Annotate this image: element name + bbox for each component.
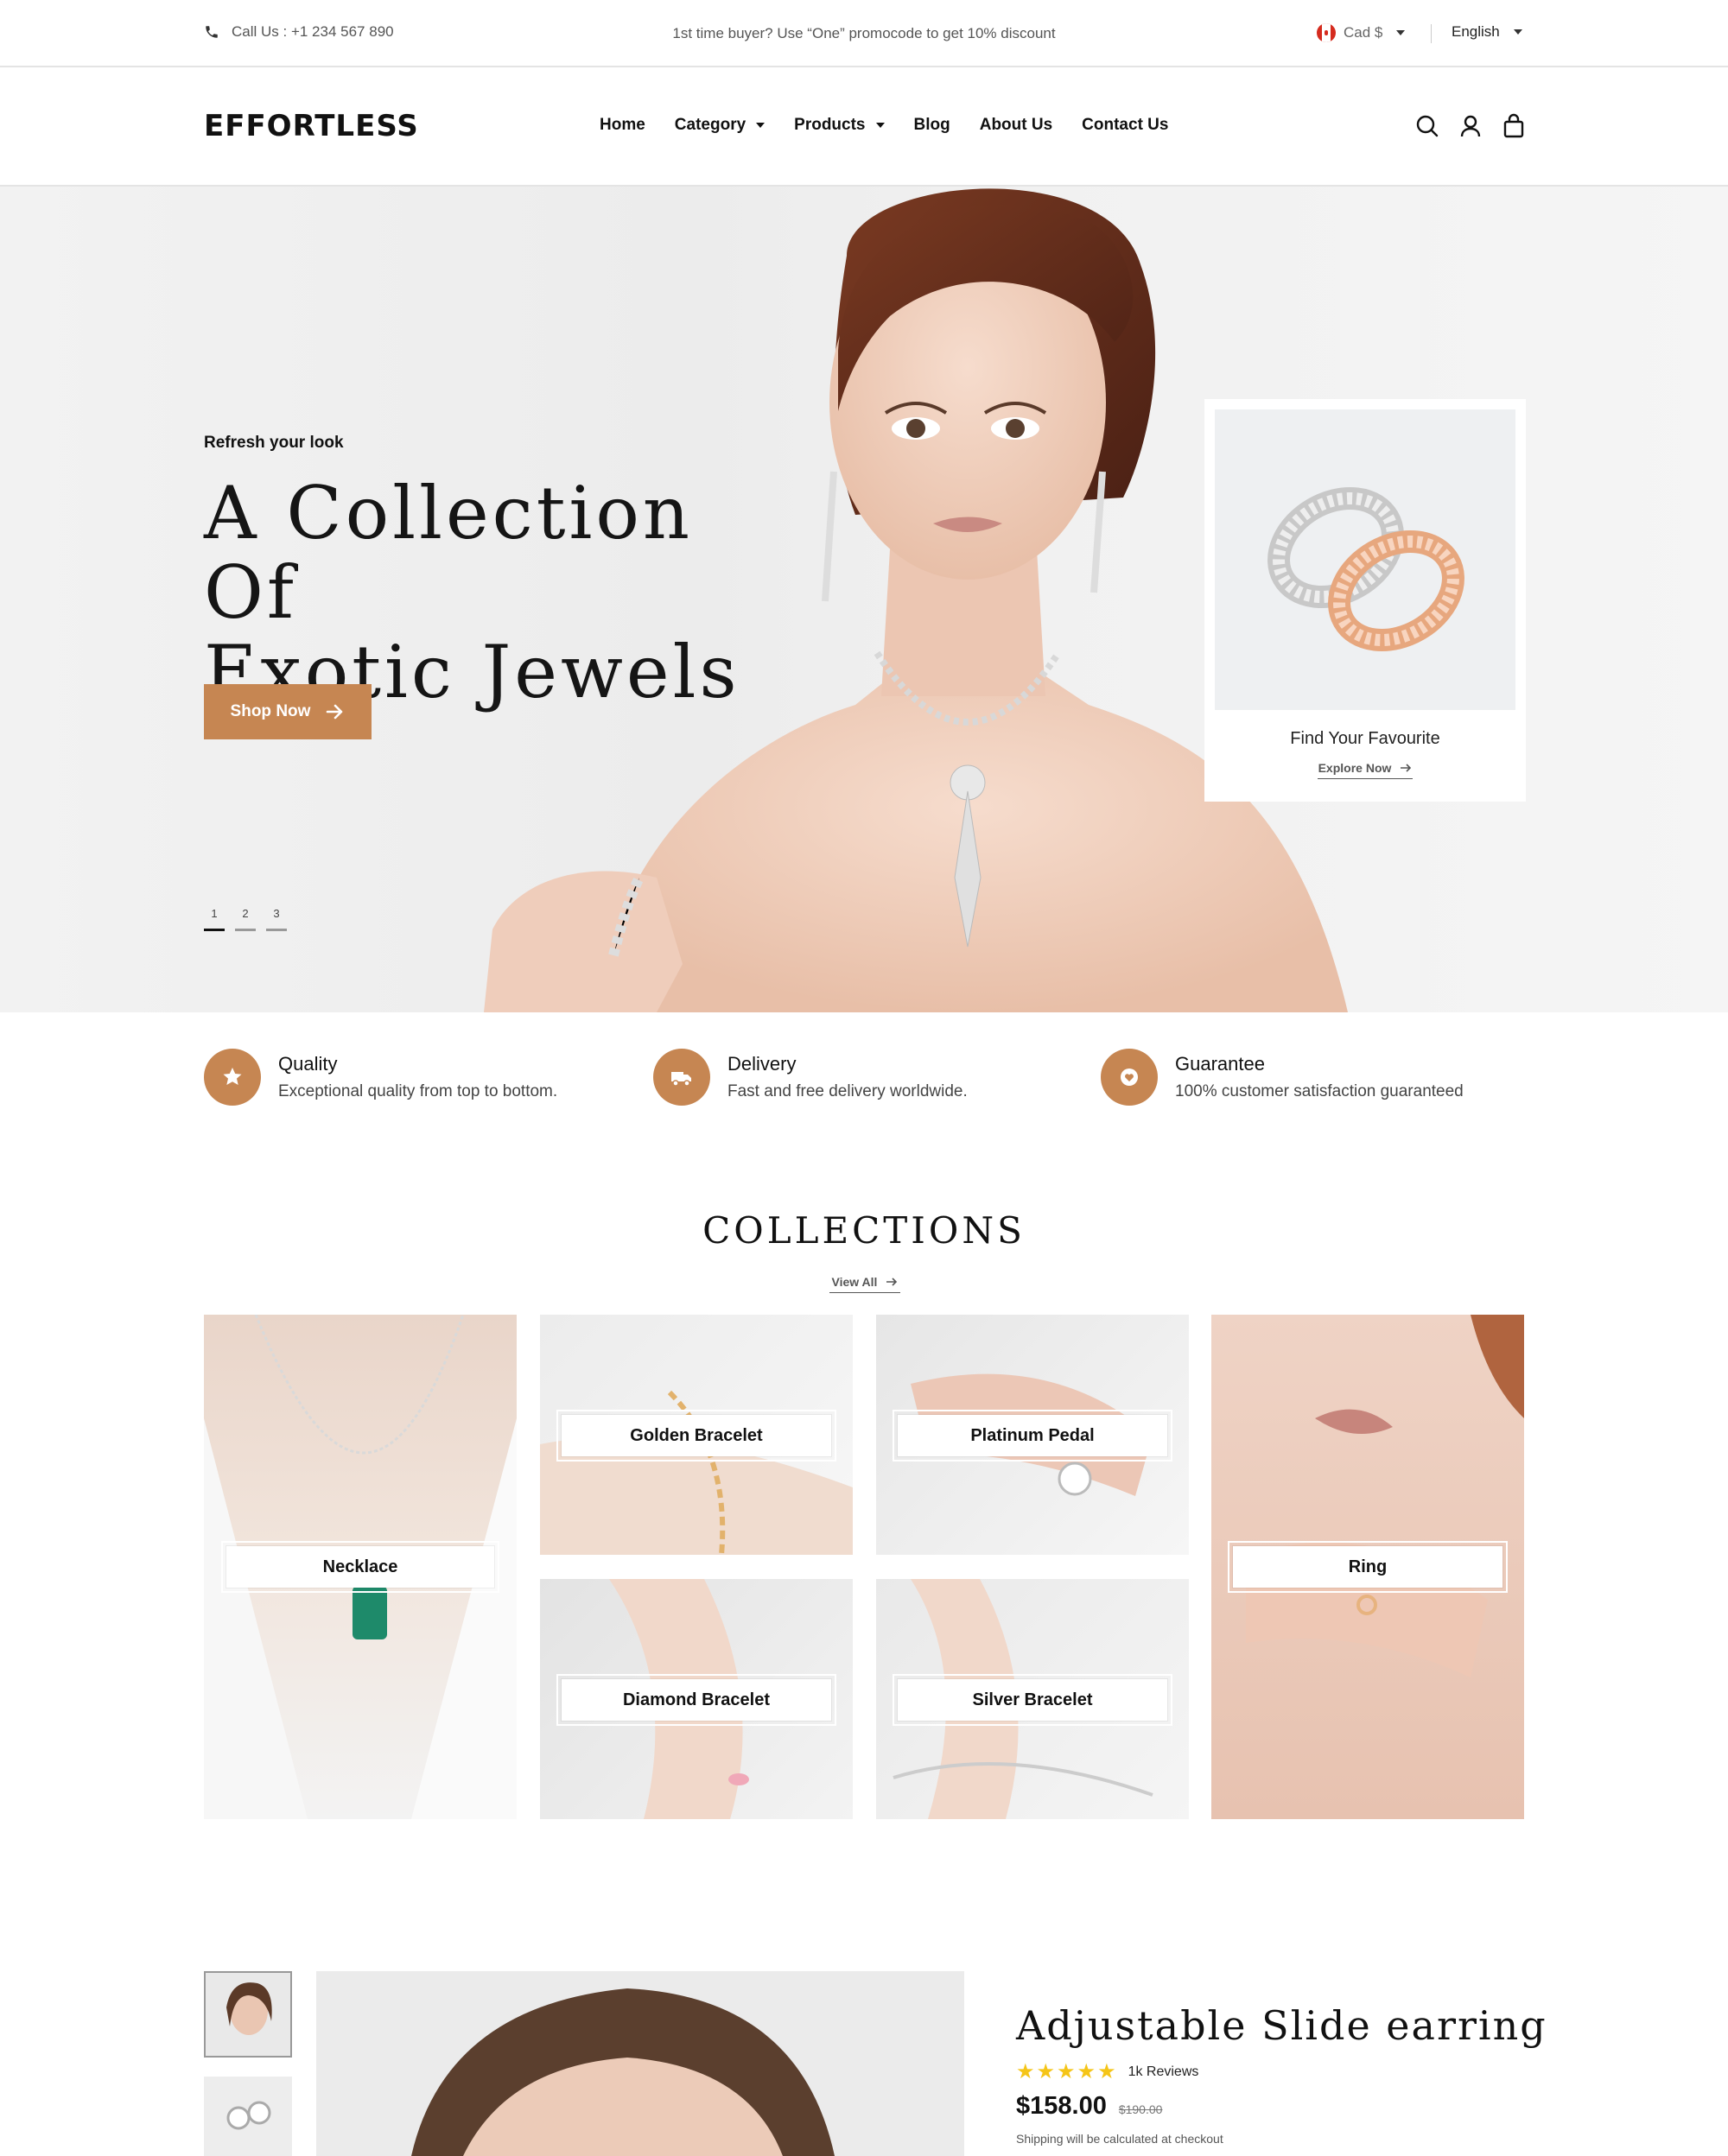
user-icon[interactable] bbox=[1457, 112, 1484, 140]
hero-title: A Collection Of Exotic Jewels bbox=[204, 473, 809, 712]
product-thumbnails bbox=[204, 1971, 292, 2156]
star-icon bbox=[204, 1049, 261, 1106]
slide-dot-label: 1 bbox=[211, 907, 218, 920]
reviews-count[interactable]: 1k Reviews bbox=[1128, 2064, 1199, 2080]
card-title: Find Your Favourite bbox=[1290, 729, 1440, 748]
collection-necklace[interactable]: Necklace bbox=[204, 1315, 517, 1819]
logo[interactable]: EFFORTLESS bbox=[204, 109, 419, 143]
nav-about-us[interactable]: About Us bbox=[980, 116, 1052, 135]
hero-banner: Refresh your look A Collection Of Exotic… bbox=[0, 187, 1728, 1012]
main-nav: Home Category Products Blog About Us Con… bbox=[600, 116, 1198, 135]
currency-selector[interactable]: Cad $ bbox=[1317, 23, 1406, 42]
explore-now-link[interactable]: Explore Now bbox=[1318, 761, 1413, 779]
collection-label: Silver Bracelet bbox=[893, 1674, 1172, 1726]
product-thumbnail[interactable] bbox=[204, 2077, 292, 2156]
collection-label: Diamond Bracelet bbox=[556, 1674, 836, 1726]
canada-flag-icon bbox=[1317, 23, 1336, 42]
slide-dot[interactable]: 2 bbox=[235, 907, 256, 931]
top-bar: Call Us : +1 234 567 890 1st time buyer?… bbox=[0, 0, 1728, 67]
shipping-note: Shipping will be calculated at checkout bbox=[1016, 2132, 1223, 2146]
product-thumbnail[interactable] bbox=[204, 1971, 292, 2058]
truck-icon bbox=[653, 1049, 710, 1106]
explore-now-label: Explore Now bbox=[1318, 761, 1392, 775]
nav-home-label: Home bbox=[600, 116, 645, 134]
chevron-down-icon bbox=[1396, 30, 1406, 35]
rings-image bbox=[1215, 409, 1515, 710]
features-row: Quality Exceptional quality from top to … bbox=[204, 1049, 1524, 1111]
arrow-right-icon bbox=[327, 704, 343, 720]
collection-platinum-pedal[interactable]: Platinum Pedal bbox=[876, 1315, 1189, 1555]
nav-about-label: About Us bbox=[979, 116, 1053, 134]
heart-icon bbox=[1101, 1049, 1158, 1106]
feature-quality: Quality Exceptional quality from top to … bbox=[204, 1049, 557, 1106]
feature-title: Delivery bbox=[727, 1053, 797, 1075]
currency-label: Cad $ bbox=[1344, 24, 1383, 41]
shop-now-label: Shop Now bbox=[230, 702, 311, 720]
nav-products-label: Products bbox=[794, 116, 866, 134]
shop-now-button[interactable]: Shop Now bbox=[204, 684, 372, 739]
nav-blog-label: Blog bbox=[913, 116, 950, 134]
hero-title-line1: A Collection Of bbox=[204, 471, 693, 635]
collection-ring[interactable]: Ring bbox=[1211, 1315, 1524, 1819]
collections-title: COLLECTIONS bbox=[702, 1209, 1026, 1252]
product-price: $158.00 $190.00 bbox=[1016, 2092, 1162, 2121]
nav-category[interactable]: Category bbox=[674, 116, 766, 135]
language-selector[interactable]: English bbox=[1452, 23, 1522, 41]
nav-blog[interactable]: Blog bbox=[914, 116, 950, 135]
chevron-down-icon bbox=[1513, 29, 1522, 35]
arrow-right-icon bbox=[1401, 764, 1412, 772]
collection-label: Platinum Pedal bbox=[893, 1410, 1172, 1462]
search-icon[interactable] bbox=[1414, 112, 1441, 140]
collection-label: Necklace bbox=[221, 1541, 499, 1593]
header: EFFORTLESS Home Category Products Blog A… bbox=[0, 69, 1728, 187]
slide-dot[interactable]: 1 bbox=[204, 907, 225, 931]
product-title: Adjustable Slide earring bbox=[1016, 2002, 1547, 2049]
slider-dots: 1 2 3 bbox=[204, 907, 297, 931]
nav-contact-us[interactable]: Contact Us bbox=[1082, 116, 1168, 135]
arrow-right-icon bbox=[886, 1278, 898, 1286]
product-rating: ★★★★★ 1k Reviews bbox=[1016, 2059, 1198, 2084]
chevron-down-icon bbox=[756, 123, 766, 128]
feature-desc: 100% customer satisfaction guaranteed bbox=[1175, 1082, 1464, 1100]
collection-diamond-bracelet[interactable]: Diamond Bracelet bbox=[540, 1579, 853, 1819]
view-all-link[interactable]: View All bbox=[829, 1275, 900, 1293]
product-main-image bbox=[316, 1971, 964, 2156]
view-all-label: View All bbox=[831, 1275, 878, 1289]
divider bbox=[1431, 24, 1432, 43]
collection-golden-bracelet[interactable]: Golden Bracelet bbox=[540, 1315, 853, 1555]
bag-icon[interactable] bbox=[1500, 112, 1528, 140]
feature-desc: Fast and free delivery worldwide. bbox=[727, 1082, 968, 1100]
slide-dot-label: 2 bbox=[242, 907, 249, 920]
nav-home[interactable]: Home bbox=[600, 116, 645, 135]
nav-category-label: Category bbox=[674, 116, 746, 134]
feature-title: Guarantee bbox=[1175, 1053, 1265, 1075]
collection-silver-bracelet[interactable]: Silver Bracelet bbox=[876, 1579, 1189, 1819]
slide-dot-label: 3 bbox=[273, 907, 280, 920]
nav-products[interactable]: Products bbox=[794, 116, 885, 135]
collection-label: Golden Bracelet bbox=[556, 1410, 836, 1462]
language-label: English bbox=[1452, 23, 1500, 40]
feature-guarantee: Guarantee 100% customer satisfaction gua… bbox=[1101, 1049, 1464, 1106]
nav-contact-label: Contact Us bbox=[1082, 116, 1169, 134]
featured-card: Find Your Favourite Explore Now bbox=[1204, 399, 1526, 802]
chevron-down-icon bbox=[875, 123, 885, 128]
collection-label: Ring bbox=[1228, 1541, 1508, 1593]
current-price: $158.00 bbox=[1016, 2092, 1107, 2120]
hero-subtitle: Refresh your look bbox=[204, 434, 344, 452]
slide-dot[interactable]: 3 bbox=[266, 907, 287, 931]
old-price: $190.00 bbox=[1118, 2102, 1163, 2116]
star-rating-icon: ★★★★★ bbox=[1016, 2060, 1118, 2083]
feature-delivery: Delivery Fast and free delivery worldwid… bbox=[653, 1049, 968, 1106]
feature-title: Quality bbox=[278, 1053, 338, 1075]
feature-desc: Exceptional quality from top to bottom. bbox=[278, 1082, 558, 1100]
